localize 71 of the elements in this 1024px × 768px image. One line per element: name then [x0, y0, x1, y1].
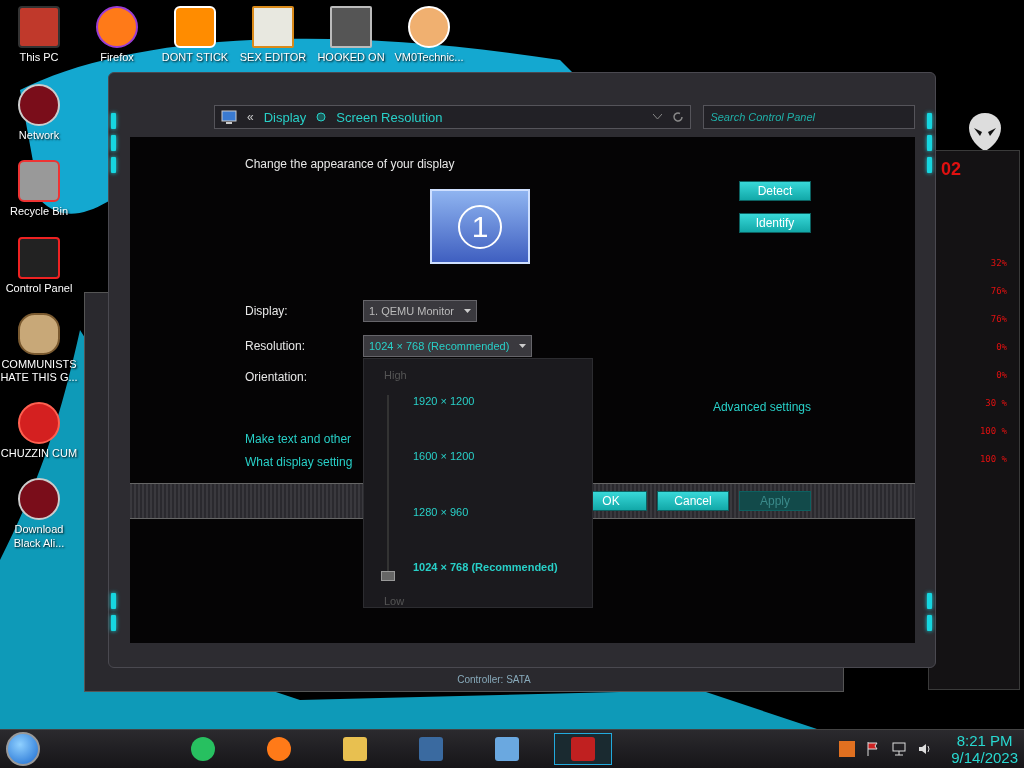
taskbar-app[interactable]	[554, 733, 612, 765]
app-icon	[343, 737, 367, 761]
app-icon	[419, 737, 443, 761]
monitor-tile[interactable]: 1	[430, 189, 530, 264]
icon-label: This PC	[19, 51, 59, 65]
monitor-number: 1	[458, 204, 502, 249]
resolution-option[interactable]: 1920 × 1200	[413, 395, 558, 407]
led-light	[111, 615, 116, 631]
field-label: Display:	[245, 304, 289, 318]
icon-label: HOOKED ON	[317, 51, 385, 65]
chevron-icon[interactable]	[653, 114, 663, 120]
gadget-reading: 30 %	[985, 398, 1007, 408]
window-text: Controller: SATA	[456, 674, 531, 685]
app-icon[interactable]	[96, 6, 138, 48]
field-label: Resolution:	[245, 339, 307, 353]
start-button[interactable]	[6, 732, 40, 766]
separator-icon	[316, 112, 327, 122]
help-link[interactable]: Make text and other	[245, 432, 352, 446]
gadget-reading: 76%	[990, 314, 1007, 324]
address-bar[interactable]: « Display Screen Resolution	[214, 105, 692, 129]
app-icon	[267, 737, 291, 761]
dropdown[interactable]: 1. QEMU Monitor	[363, 300, 477, 322]
network-icon[interactable]	[891, 741, 908, 757]
app-icon[interactable]	[18, 402, 60, 445]
breadcrumb-item[interactable]: Display	[263, 109, 307, 125]
app-icon[interactable]	[18, 312, 60, 355]
app-icon	[191, 737, 215, 761]
led-light	[927, 593, 932, 609]
led-light	[111, 135, 116, 151]
caret-icon	[463, 309, 471, 313]
gadget-reading: 0%	[996, 370, 1007, 380]
advanced-settings-link[interactable]: Advanced settings	[712, 400, 811, 414]
icon-label: DONT STICK	[161, 51, 229, 65]
led-light	[111, 113, 116, 129]
resolution-option[interactable]: 1600 × 1200	[413, 450, 558, 463]
resolution-option[interactable]: 1280 × 960	[413, 505, 558, 518]
resolution-option[interactable]: 1024 × 768 (Recommended)	[413, 561, 558, 573]
clock[interactable]: 8:21 PM 9/14/2023	[951, 731, 1018, 767]
icon-label: Control Panel	[5, 281, 73, 295]
led-light	[927, 135, 932, 151]
icon-label: Download Black Ali...	[12, 523, 66, 550]
led-light	[927, 113, 932, 129]
slider-end-label: Low	[384, 595, 406, 607]
icon-label: VM0Technic...	[394, 51, 464, 65]
gadget-reading: 76%	[990, 286, 1007, 296]
gadget-reading: 0%	[996, 342, 1007, 352]
slider-end-label: High	[384, 369, 408, 381]
gadget-text: 02	[941, 159, 962, 180]
led-light	[111, 157, 116, 173]
help-link[interactable]: What display setting	[245, 455, 353, 469]
app-icon	[571, 737, 595, 761]
gadget-reading: 100 %	[979, 426, 1007, 436]
led-light	[927, 157, 932, 173]
app-icon	[495, 737, 519, 761]
monitor-icon	[221, 110, 237, 124]
search-field[interactable]: Search Control Panel	[703, 105, 915, 129]
back-glyph[interactable]: «	[247, 110, 254, 124]
slider-thumb[interactable]	[381, 571, 395, 581]
led-light	[927, 615, 932, 631]
refresh-icon[interactable]	[672, 111, 685, 123]
breadcrumb-item[interactable]: Screen Resolution	[336, 109, 443, 125]
field-label: Orientation:	[245, 370, 309, 384]
gadget-reading: 100 %	[979, 454, 1007, 464]
icon-label: SEX EDITOR	[239, 51, 307, 65]
page-heading: Change the appearance of your display	[245, 157, 456, 171]
icon-label: Recycle Bin	[9, 205, 69, 219]
caret-icon	[519, 344, 527, 348]
dropdown[interactable]: 1024 × 768 (Recommended)	[363, 335, 533, 357]
icon-label: Firefox	[100, 51, 134, 65]
gadget-reading: 32%	[990, 258, 1007, 268]
led-light	[111, 593, 116, 609]
